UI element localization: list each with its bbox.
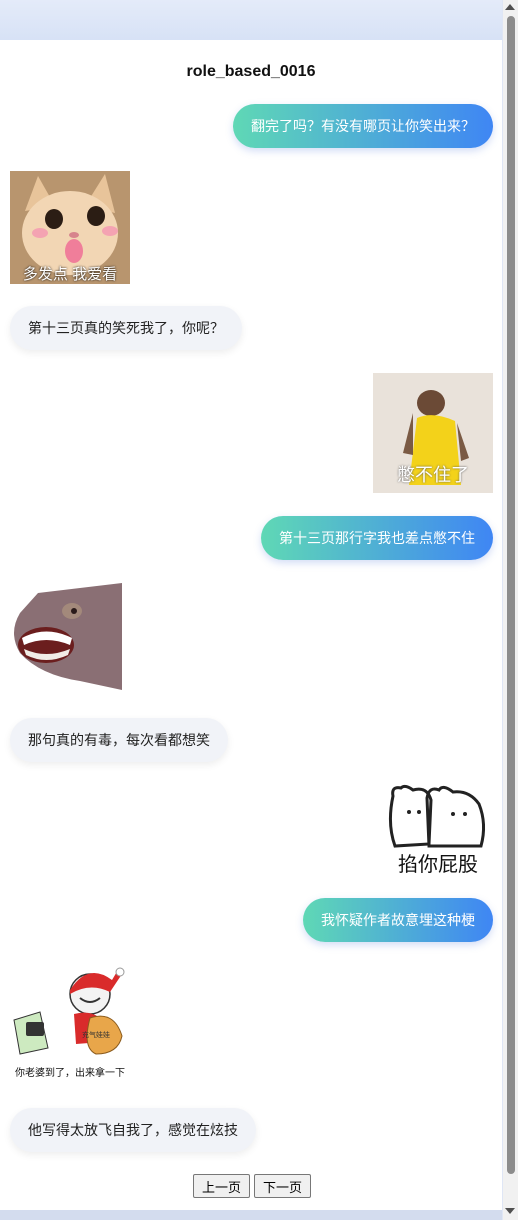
page-title: role_based_0016 bbox=[186, 63, 316, 80]
scroll-down-arrow-icon[interactable] bbox=[505, 1208, 515, 1214]
yellow-shirt-laughing-sticker: 憋不住了 bbox=[373, 373, 493, 493]
santa-icon bbox=[13, 967, 125, 1055]
message-bubble-outgoing: 翻完了吗？有没有哪页让你笑出来？ bbox=[233, 104, 493, 148]
next-page-button[interactable]: 下一页 bbox=[254, 1174, 312, 1198]
message-bubble-incoming: 他写得太放飞自我了，感觉在炫技 bbox=[10, 1108, 256, 1152]
scroll-up-arrow-icon[interactable] bbox=[505, 4, 515, 10]
sticker-caption: 多发点 我爱看 bbox=[22, 266, 118, 283]
message-bubble-outgoing: 我怀疑作者故意埋这种梗 bbox=[303, 898, 493, 942]
bear-hug-icon bbox=[388, 784, 486, 848]
message-bubble-incoming: 那句真的有毒，每次看都想笑 bbox=[10, 718, 228, 762]
prev-page-button[interactable]: 上一页 bbox=[193, 1174, 251, 1198]
gift-bag-text: 充气娃娃 bbox=[82, 1032, 110, 1039]
sticker-caption: 掐你屁股 bbox=[398, 854, 478, 876]
santa-meme-sticker: 充气娃娃 你老婆到了，出来拿一下 bbox=[10, 962, 130, 1082]
message-bubble-incoming: 第十三页真的笑死我了，你呢？ bbox=[10, 306, 242, 350]
scrollbar-thumb[interactable] bbox=[507, 16, 515, 1174]
bears-sticker: 掐你屁股 bbox=[383, 784, 493, 877]
bottom-band bbox=[0, 1210, 502, 1220]
cat-tongue-sticker: 多发点 我爱看 bbox=[10, 171, 130, 284]
sticker-caption: 你老婆到了，出来拿一下 bbox=[15, 1068, 125, 1079]
sticker-caption: 憋不住了 bbox=[397, 465, 469, 485]
message-bubble-outgoing: 第十三页那行字我也差点憋不住 bbox=[261, 516, 493, 560]
fish-icon bbox=[10, 583, 122, 690]
top-band bbox=[0, 0, 502, 40]
grinning-fish-sticker bbox=[10, 583, 122, 690]
